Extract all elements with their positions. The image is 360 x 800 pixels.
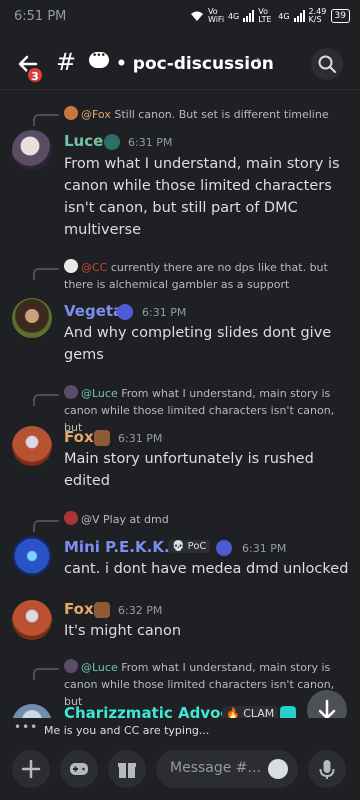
hash-icon: # <box>56 48 77 76</box>
signal1-icon <box>243 10 255 22</box>
carrier2: Vo LTE <box>258 7 272 24</box>
timestamp: 6:32 PM <box>118 604 163 617</box>
author-name[interactable]: Vegeta <box>64 302 123 320</box>
reply-avatar <box>64 106 78 120</box>
author-name[interactable]: Mini P.E.K.K.A <box>64 538 181 556</box>
message-placeholder: Message #... <box>170 760 261 776</box>
message-body: cant. i dont have medea dmd unlocked <box>64 561 349 577</box>
role-icon <box>94 602 110 618</box>
reply-connector <box>33 668 59 680</box>
timestamp: 6:31 PM <box>128 136 173 149</box>
net2: 4G <box>278 11 290 21</box>
author-name[interactable]: Luce <box>64 132 103 150</box>
message-body: It's might canon <box>64 623 182 639</box>
timestamp: 6:31 PM <box>118 432 163 445</box>
typing-indicator: ••• Me is you and CC are typing... <box>0 718 360 742</box>
status-bar: 6:51 PM Vo WiFi 4G Vo LTE 4G 2.49 K/S 39 <box>0 0 360 34</box>
author-name[interactable]: Fox <box>64 600 94 618</box>
gamepad-icon <box>70 763 88 775</box>
emoji-icon[interactable] <box>268 759 288 779</box>
typing-dots-icon: ••• <box>14 720 39 734</box>
avatar[interactable] <box>12 536 52 576</box>
avatar[interactable] <box>12 600 52 640</box>
channel-header: 3 # • poc-discussion › <box>0 34 360 90</box>
role-icon <box>117 304 133 320</box>
role-tag: 💀 PoC <box>168 540 211 553</box>
activities-button[interactable] <box>60 750 98 788</box>
gift-button[interactable] <box>108 750 146 788</box>
avatar[interactable] <box>12 426 52 466</box>
message-list[interactable]: @Fox Still canon. But set is different t… <box>0 90 360 720</box>
reply-preview[interactable]: @Luce From what I understand, main story… <box>64 385 349 436</box>
reply-avatar <box>64 511 78 525</box>
reply-preview[interactable]: @V Play at dmd <box>64 511 349 528</box>
status-icons: Vo WiFi 4G Vo LTE 4G 2.49 K/S 39 <box>190 8 350 24</box>
chevron-right-icon[interactable]: › <box>256 53 262 69</box>
message-input[interactable]: Message #... <box>156 750 298 788</box>
message-body: From what I understand, main story is ca… <box>64 156 340 238</box>
gift-icon <box>118 763 136 778</box>
reply-connector <box>33 520 59 532</box>
reply-connector <box>33 394 59 406</box>
signal2-icon <box>293 10 305 22</box>
speech-bubble-icon <box>89 51 109 68</box>
net-speed: 2.49 K/S <box>308 7 327 24</box>
reply-avatar <box>64 659 78 673</box>
reply-preview[interactable]: @Fox Still canon. But set is different t… <box>64 106 349 123</box>
message-body: And why completing slides dont give gems <box>64 325 332 363</box>
net1: 4G <box>227 11 240 21</box>
plus-icon <box>21 759 41 779</box>
search-icon <box>318 55 336 73</box>
role-icon <box>216 540 232 556</box>
add-button[interactable] <box>12 750 50 788</box>
status-time: 6:51 PM <box>14 9 67 24</box>
reply-connector <box>33 268 59 280</box>
role-icon <box>94 430 110 446</box>
typing-text: Me is you and CC are typing... <box>44 724 210 737</box>
channel-title[interactable]: • poc-discussion <box>116 54 274 74</box>
author-name[interactable]: Fox <box>64 428 94 446</box>
composer-bar: Message #... <box>0 742 360 800</box>
voice-button[interactable] <box>308 750 346 788</box>
carrier1: Vo WiFi <box>207 7 225 24</box>
wifi-icon <box>190 11 203 21</box>
reply-connector <box>33 114 59 126</box>
timestamp: 6:31 PM <box>142 306 187 319</box>
reply-avatar <box>64 385 78 399</box>
avatar[interactable] <box>12 130 52 170</box>
role-icon <box>104 134 120 150</box>
search-button[interactable] <box>311 48 343 80</box>
unread-badge: 3 <box>26 66 44 84</box>
timestamp: 6:31 PM <box>242 542 287 555</box>
battery-icon: 39 <box>330 9 350 23</box>
avatar[interactable] <box>12 298 52 338</box>
reply-avatar <box>64 259 78 273</box>
microphone-icon <box>319 760 335 779</box>
reply-preview[interactable]: @CC currently there are no dps like that… <box>64 259 349 293</box>
message-body: Main story unfortunately is rushed edite… <box>64 451 314 489</box>
